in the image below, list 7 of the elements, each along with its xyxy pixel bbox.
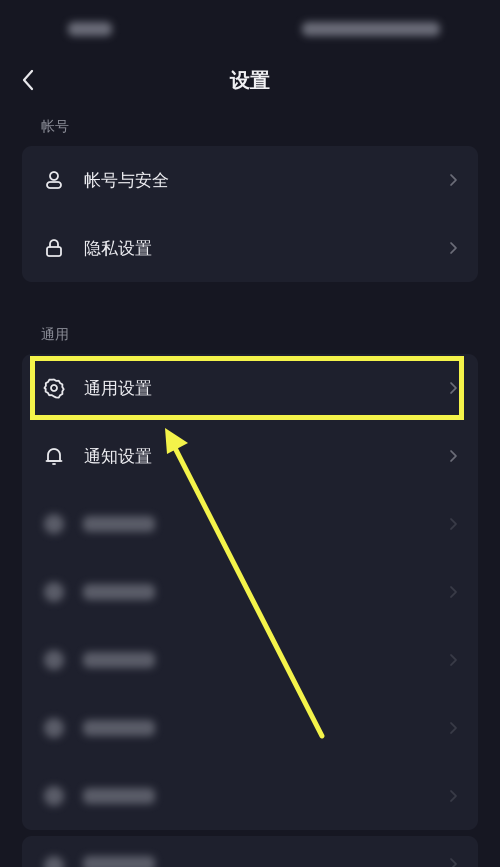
- page-title: 设置: [230, 66, 270, 94]
- settings-item[interactable]: 通知设置: [22, 422, 478, 490]
- settings-item[interactable]: 隐私设置: [22, 214, 478, 282]
- section-title: 帐号: [40, 118, 70, 137]
- section-title: 通用: [40, 326, 70, 345]
- settings-item[interactable]: 通用设置: [22, 354, 478, 422]
- settings-item[interactable]: 帐号与安全: [22, 146, 478, 214]
